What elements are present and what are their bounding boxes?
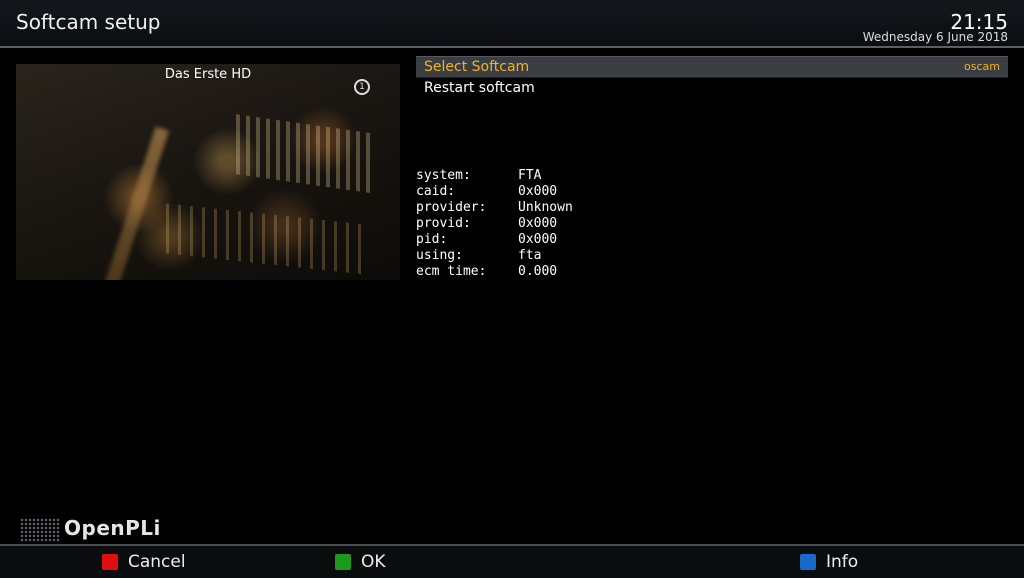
video-building (166, 203, 366, 275)
menu-item-label: Restart softcam (424, 80, 535, 96)
cancel-label: Cancel (128, 552, 186, 572)
info-value: 0x000 (518, 216, 558, 231)
info-label: pid: (416, 232, 448, 247)
info-label: caid: (416, 184, 456, 199)
info-label: ecm time: (416, 264, 487, 279)
info-row-caid: caid: 0x000 (416, 184, 573, 200)
info-label: provid: (416, 216, 471, 231)
video-preview: Das Erste HD 1 (16, 64, 400, 280)
cancel-button[interactable]: Cancel (102, 552, 186, 572)
menu-item-select-softcam[interactable]: Select Softcam oscam (416, 56, 1008, 78)
info-row-pid: pid: 0x000 (416, 232, 573, 248)
info-label: provider: (416, 200, 487, 215)
softcam-menu: Select Softcam oscam Restart softcam (416, 56, 1008, 98)
info-row-ecm-time: ecm time: 0.000 (416, 264, 573, 280)
button-bar: Cancel OK Info (0, 544, 1024, 578)
title-bar: Softcam setup 21:15 Wednesday 6 June 201… (0, 0, 1024, 48)
info-label: Info (826, 552, 859, 572)
info-row-system: system: FTA (416, 168, 573, 184)
ok-label: OK (361, 552, 386, 572)
info-value: Unknown (518, 200, 573, 215)
page-title: Softcam setup (16, 10, 161, 34)
date: Wednesday 6 June 2018 (862, 30, 1008, 44)
ecm-info-panel: system: FTA caid: 0x000 provider: Unknown p… (416, 168, 573, 280)
info-value: 0x000 (518, 232, 558, 247)
info-value: FTA (518, 168, 542, 183)
green-key-icon (335, 554, 351, 570)
video-street (96, 126, 170, 280)
info-label: system: (416, 168, 471, 183)
video-building (236, 114, 376, 194)
info-label: using: (416, 248, 463, 263)
info-value: fta (518, 248, 542, 263)
menu-item-restart-softcam[interactable]: Restart softcam (416, 78, 1008, 98)
info-row-provid: provid: 0x000 (416, 216, 573, 232)
ok-button[interactable]: OK (335, 552, 386, 572)
menu-item-value: oscam (964, 60, 1000, 73)
info-button[interactable]: Info (800, 552, 858, 572)
menu-item-label: Select Softcam (424, 59, 530, 75)
logo-text: OpenPLi (64, 516, 161, 540)
world-map-icon (20, 518, 60, 542)
channel-name: Das Erste HD (164, 67, 252, 82)
info-row-using: using: fta (416, 248, 573, 264)
info-value: 0.000 (518, 264, 558, 279)
info-row-provider: provider: Unknown (416, 200, 573, 216)
red-key-icon (102, 554, 118, 570)
das-erste-logo-icon: 1 (354, 79, 370, 95)
info-value: 0x000 (518, 184, 558, 199)
blue-key-icon (800, 554, 816, 570)
